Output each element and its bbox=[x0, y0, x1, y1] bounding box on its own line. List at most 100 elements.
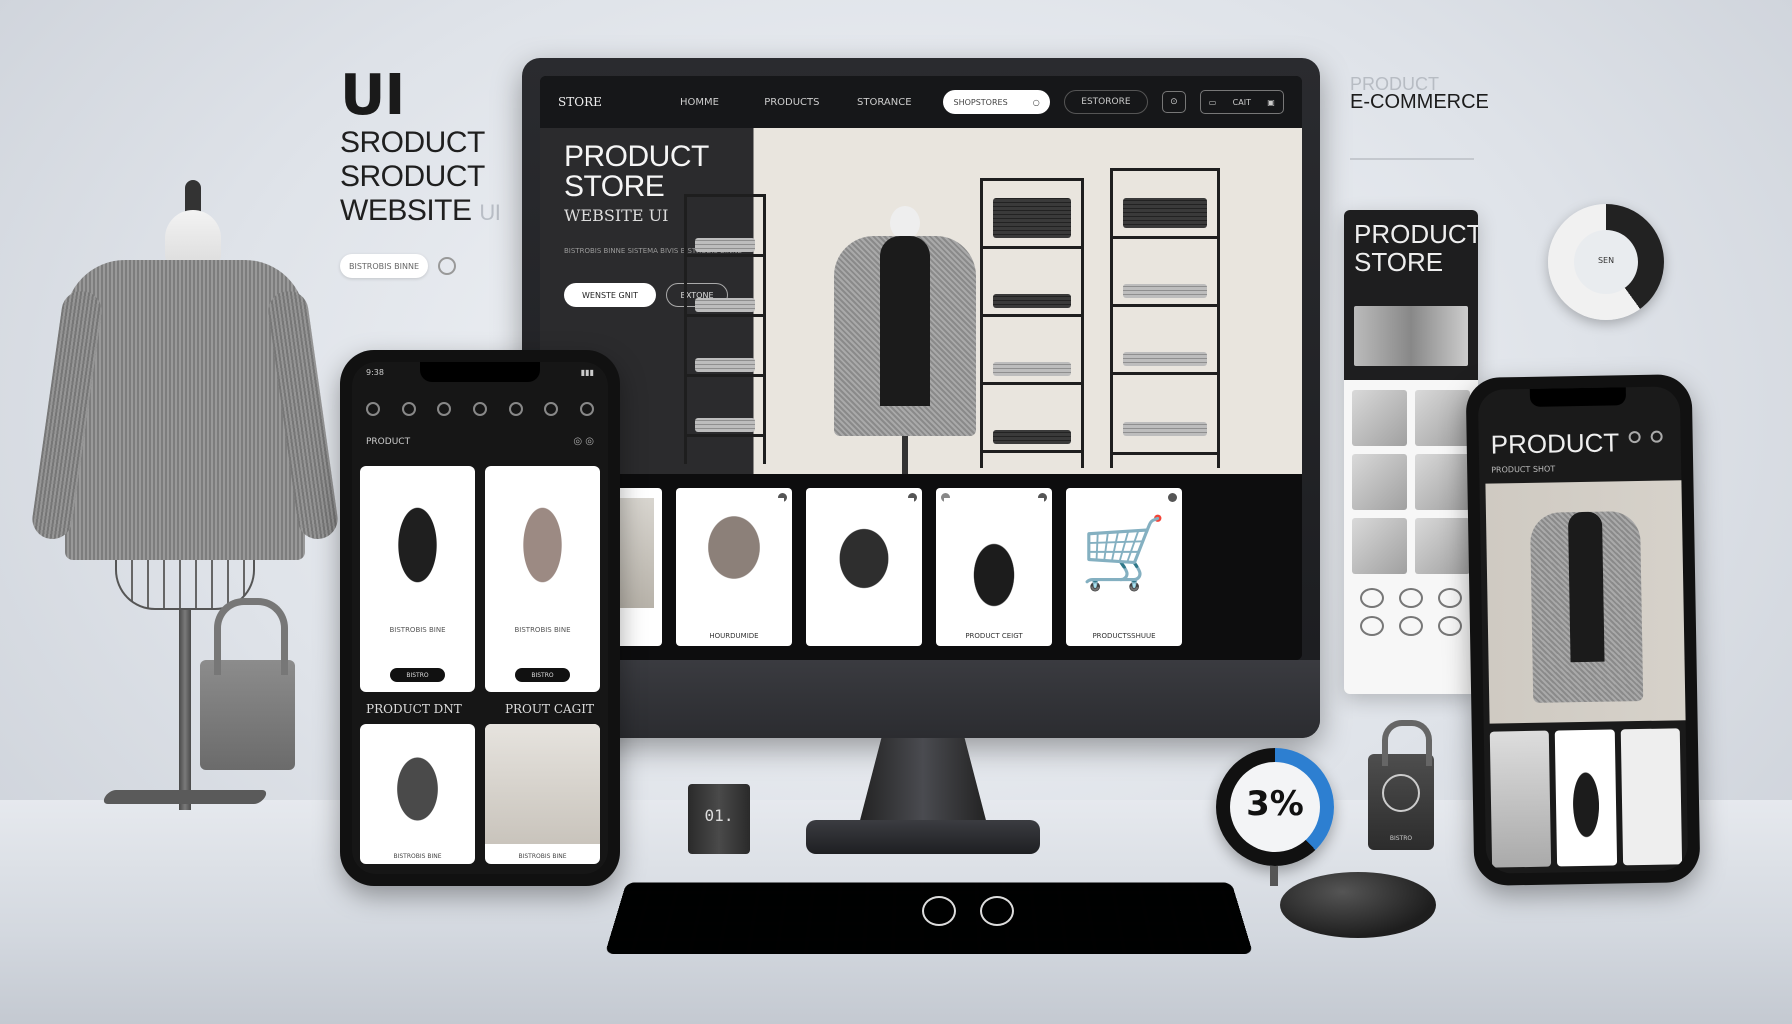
category-icon[interactable] bbox=[508, 402, 523, 416]
phone-card-caption: BISTROBIS BINE bbox=[514, 626, 571, 634]
phone-right-card[interactable] bbox=[1620, 728, 1683, 866]
keyboard-button-icon[interactable] bbox=[922, 896, 956, 926]
shopping-cart-icon: 🛒 bbox=[1080, 511, 1168, 594]
category-icon[interactable] bbox=[579, 402, 594, 416]
product-card-caption: PRODUCTSSHUUE bbox=[1092, 632, 1156, 640]
phone-right-cards bbox=[1489, 728, 1683, 868]
option-icon[interactable] bbox=[1359, 588, 1384, 608]
option-icon[interactable] bbox=[1359, 616, 1384, 636]
panel-thumb[interactable] bbox=[1415, 454, 1470, 510]
lock-icon: BISTRO bbox=[1368, 720, 1434, 850]
gauge-stem bbox=[1270, 866, 1278, 886]
phone-card-button[interactable]: BISTRO bbox=[515, 668, 570, 682]
monitor: STORE HOMME PRODUCTS STORANCE SHOPSTORES… bbox=[522, 58, 1320, 738]
hero-primary-button[interactable]: WENSTE GNIT bbox=[564, 283, 656, 307]
filter-icon[interactable]: ◎ ◎ bbox=[573, 436, 594, 447]
ecommerce-label: PRODUCT E-COMMERCE bbox=[1350, 74, 1510, 160]
signal-icon: ▮▮▮ bbox=[580, 368, 594, 377]
mannequin-neck bbox=[165, 210, 221, 266]
shelf-right bbox=[1110, 168, 1220, 468]
option-icon[interactable] bbox=[1398, 616, 1423, 636]
option-icon[interactable] bbox=[1438, 588, 1463, 608]
phone-right-title: PRODUCT bbox=[1490, 427, 1620, 460]
hero-line-1: SRODUCT bbox=[340, 126, 485, 159]
product-card-hoodie[interactable]: HOURDUMIDE bbox=[676, 488, 792, 646]
phone-right-card[interactable] bbox=[1555, 729, 1617, 867]
phone-right-card[interactable] bbox=[1489, 730, 1552, 868]
monitor-stand bbox=[858, 738, 988, 828]
scene: UI SRODUCT SRODUCT WEBSITE UI BISTROBIS … bbox=[0, 0, 1792, 1024]
panel-title: PRODUCT STORE bbox=[1354, 219, 1478, 277]
status-time: 9:38 bbox=[366, 368, 384, 377]
shelf-left bbox=[684, 194, 766, 464]
keyboard-button-icon[interactable] bbox=[980, 896, 1014, 926]
product-card-blazer[interactable] bbox=[806, 488, 922, 646]
phone-card-caption: BISTROBIS BINE bbox=[518, 853, 567, 860]
phone-card-button[interactable]: BISTRO bbox=[390, 668, 445, 682]
account-button[interactable]: ESTORORE bbox=[1063, 90, 1149, 114]
phone-product-card[interactable]: BISTROBIS BINE bbox=[360, 724, 475, 864]
circle-icon[interactable] bbox=[438, 257, 456, 275]
lock-label: BISTRO bbox=[1389, 835, 1413, 842]
category-icon[interactable] bbox=[401, 402, 416, 416]
hero-line-3: WEBSITE UI bbox=[340, 194, 540, 230]
phone-notch bbox=[1529, 387, 1627, 407]
phone-card-caption: BISTROBIS BINE bbox=[389, 626, 446, 634]
phone-right-subtitle: PRODUCT SHOT bbox=[1491, 464, 1556, 475]
search-icon[interactable] bbox=[1628, 430, 1641, 444]
top-nav: STORE HOMME PRODUCTS STORANCE SHOPSTORES… bbox=[540, 76, 1302, 128]
lock-ring bbox=[1382, 774, 1420, 812]
left-hero: UI SRODUCT SRODUCT WEBSITE UI BISTROBIS … bbox=[340, 66, 540, 278]
search-input[interactable]: SHOPSTORES ○ bbox=[943, 90, 1050, 114]
sweater bbox=[65, 260, 305, 560]
coat-mannequin bbox=[820, 206, 990, 476]
left-cta-button[interactable]: BISTROBIS BINNE bbox=[340, 254, 428, 278]
category-icon[interactable] bbox=[437, 402, 452, 416]
product-card-caption: HOURDUMIDE bbox=[709, 632, 759, 640]
gauge-value: 3% bbox=[1246, 784, 1304, 824]
cart-button[interactable]: ▭ CAIT ▣ bbox=[1199, 90, 1284, 114]
panel-header: PRODUCT STORE bbox=[1344, 210, 1478, 380]
hero-banner: PRODUCT STORE WEBSITE UI BISTROBIS BINNE… bbox=[540, 128, 1302, 476]
nav-link-home[interactable]: HOMME bbox=[660, 97, 738, 108]
panel-thumb[interactable] bbox=[1415, 518, 1470, 574]
product-cards: HOURDUMIDE PRODUCT CEIGT 🛒 PRODUCTSSHUUE bbox=[540, 474, 1302, 660]
nav-link-storance[interactable]: STORANCE bbox=[845, 97, 923, 108]
progress-gauge: 3% bbox=[1216, 748, 1334, 866]
category-icon[interactable] bbox=[544, 402, 559, 416]
panel-thumb[interactable] bbox=[1352, 390, 1407, 446]
panel-thumb[interactable] bbox=[1352, 454, 1407, 510]
donut-widget: SEN bbox=[1548, 204, 1664, 320]
nav-brand[interactable]: STORE bbox=[558, 95, 646, 109]
category-icon[interactable] bbox=[366, 402, 380, 416]
phone-left: 9:38 ▮▮▮ PRODUCT ◎ ◎ BISTROBIS BINE BIST… bbox=[340, 350, 620, 886]
category-icon[interactable] bbox=[472, 402, 487, 416]
phone-product-card[interactable]: BISTROBIS BINE BISTRO bbox=[485, 466, 600, 692]
divider bbox=[1350, 158, 1474, 160]
shelf-middle bbox=[980, 178, 1084, 468]
mannequin-base bbox=[100, 790, 270, 804]
product-card-sneaker[interactable]: PRODUCT CEIGT bbox=[936, 488, 1052, 646]
option-icon[interactable] bbox=[1398, 588, 1423, 608]
search-placeholder: SHOPSTORES bbox=[953, 97, 1008, 107]
phone-product-card[interactable]: BISTROBIS BINE bbox=[485, 724, 600, 864]
mouse[interactable] bbox=[1280, 872, 1436, 938]
panel-thumb[interactable] bbox=[1415, 390, 1470, 446]
shopping-bag-icon bbox=[200, 598, 295, 770]
hero-line-3-text: WEBSITE bbox=[340, 194, 472, 227]
phone-product-card[interactable]: BISTROBIS BINE BISTRO bbox=[360, 466, 475, 692]
panel-thumb[interactable] bbox=[1352, 518, 1407, 574]
donut-label: SEN bbox=[1597, 256, 1615, 265]
option-icon[interactable] bbox=[1438, 616, 1463, 636]
wishlist-icon[interactable]: ⊙ bbox=[1162, 91, 1186, 113]
mug-label: 01. bbox=[704, 806, 734, 825]
monitor-chin bbox=[522, 660, 1320, 738]
phone-right-screen: PRODUCT PRODUCT SHOT bbox=[1477, 386, 1689, 874]
nav-link-products[interactable]: PRODUCTS bbox=[753, 97, 831, 108]
phone-right-hero bbox=[1485, 470, 1689, 724]
phone-section-b: PROUT CAGIT bbox=[504, 702, 594, 716]
cart-icon[interactable] bbox=[1650, 430, 1663, 443]
phone-left-screen: 9:38 ▮▮▮ PRODUCT ◎ ◎ BISTROBIS BINE BIST… bbox=[352, 362, 608, 874]
hero-title: PRODUCT STORE bbox=[564, 140, 709, 203]
product-card-cart[interactable]: 🛒 PRODUCTSSHUUE bbox=[1066, 488, 1182, 646]
